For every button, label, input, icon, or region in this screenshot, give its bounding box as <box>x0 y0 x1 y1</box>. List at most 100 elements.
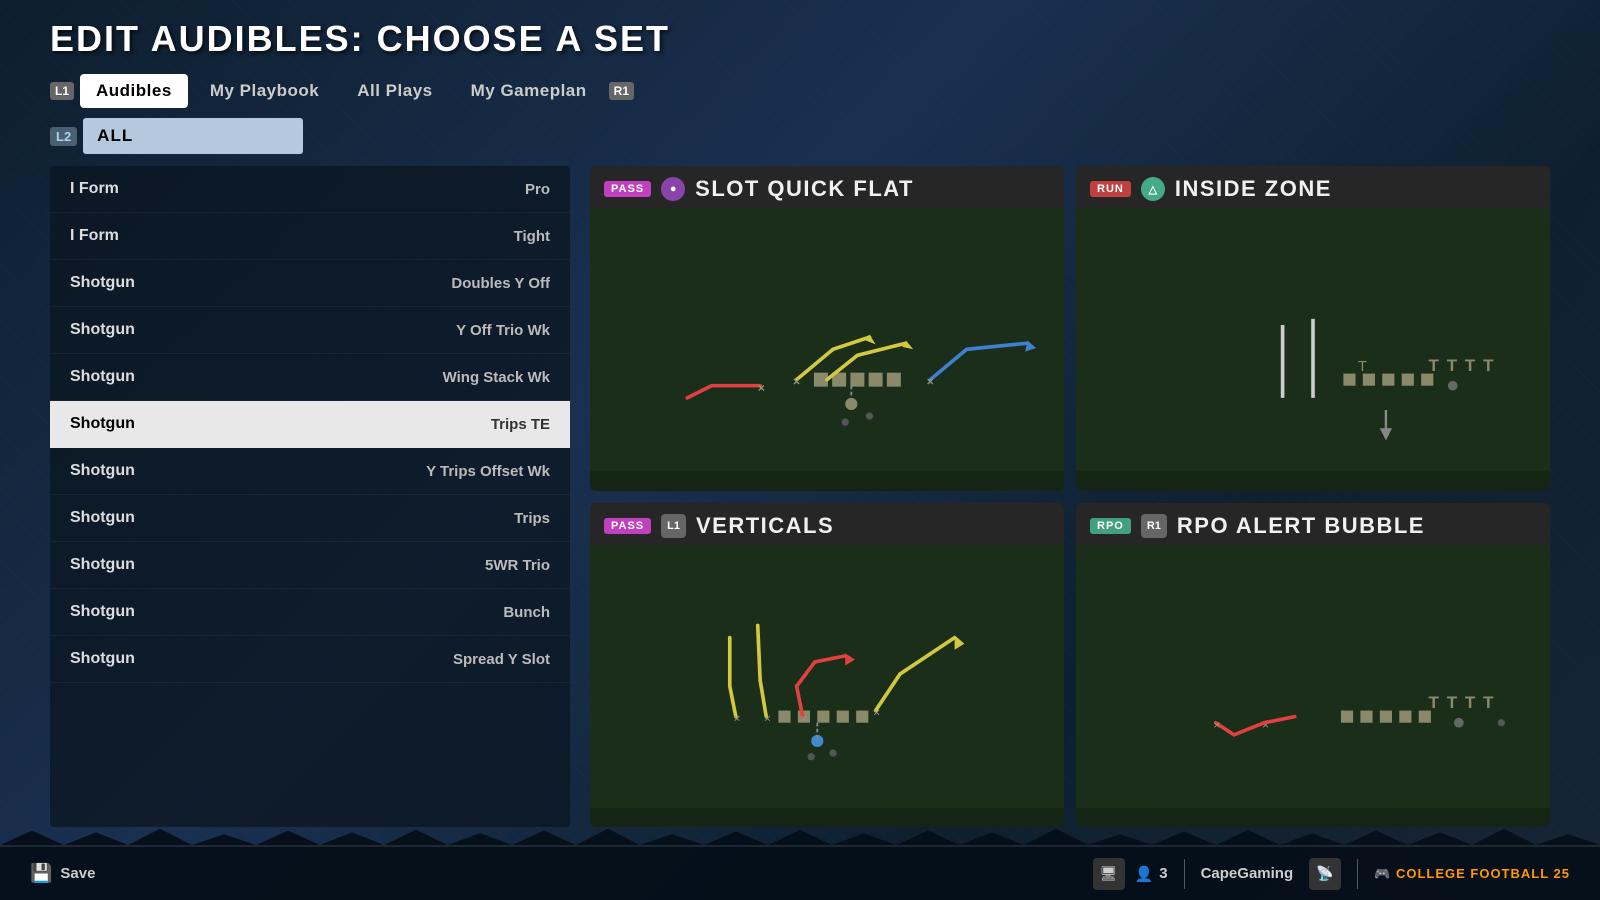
button-badge: R1 <box>1141 514 1167 538</box>
play-variant: Doubles Y Off <box>451 275 550 292</box>
play-type-badge: RUN <box>1090 181 1131 197</box>
main-area: I Form Pro I Form Tight Shotgun Doubles … <box>0 158 1600 827</box>
play-card-header: PASS ● SLOT QUICK FLAT <box>590 166 1064 208</box>
divider <box>1184 859 1185 889</box>
play-diagram: T T T T × × <box>1076 545 1550 828</box>
button-badge: ● <box>661 177 685 201</box>
bottom-icons: 🖥 👤 3 <box>1093 858 1168 890</box>
tab-all-plays[interactable]: All Plays <box>341 74 448 108</box>
svg-text:T: T <box>1447 356 1458 375</box>
list-item[interactable]: Shotgun Doubles Y Off <box>50 260 570 307</box>
count-value: 3 <box>1159 865 1167 882</box>
play-variant: 5WR Trio <box>485 557 550 574</box>
svg-text:T: T <box>1465 356 1476 375</box>
page-title: EDIT AUDIBLES: CHOOSE A SET <box>50 18 1550 60</box>
play-variant: Y Trips Offset Wk <box>426 463 550 480</box>
svg-text:T: T <box>1428 356 1439 375</box>
list-item[interactable]: Shotgun Trips <box>50 495 570 542</box>
play-card-header: RUN △ INSIDE ZONE <box>1076 166 1550 208</box>
play-variant: Y Off Trio Wk <box>456 322 550 339</box>
list-item[interactable]: I Form Tight <box>50 213 570 260</box>
formation-name: I Form <box>70 180 119 198</box>
tab-all-plays-label: All Plays <box>357 81 432 101</box>
tab-my-playbook[interactable]: My Playbook <box>194 74 335 108</box>
play-variant: Trips TE <box>491 416 550 433</box>
svg-text:T: T <box>1465 693 1476 712</box>
play-variant: Trips <box>514 510 550 527</box>
play-card-field: × × × <box>590 208 1064 491</box>
formation-name: Shotgun <box>70 321 135 339</box>
l2-badge: L2 <box>50 127 77 146</box>
play-type-badge: PASS <box>604 518 651 534</box>
formation-list: I Form Pro I Form Tight Shotgun Doubles … <box>50 166 570 827</box>
list-item[interactable]: Shotgun Bunch <box>50 589 570 636</box>
tab-my-gameplan[interactable]: My Gameplan <box>455 74 603 108</box>
list-item[interactable]: Shotgun 5WR Trio <box>50 542 570 589</box>
header: EDIT AUDIBLES: CHOOSE A SET <box>0 0 1600 68</box>
svg-text:×: × <box>800 711 807 725</box>
play-type-badge: PASS <box>604 181 651 197</box>
formation-scroll[interactable]: I Form Pro I Form Tight Shotgun Doubles … <box>50 166 570 827</box>
play-card-title: RPO ALERT BUBBLE <box>1177 513 1425 539</box>
svg-text:T: T <box>1428 693 1439 712</box>
list-item[interactable]: Shotgun Y Off Trio Wk <box>50 307 570 354</box>
list-item[interactable]: Shotgun Trips TE <box>50 401 570 448</box>
play-card-title: VERTICALS <box>696 513 834 539</box>
play-card-header: RPO R1 RPO ALERT BUBBLE <box>1076 503 1550 545</box>
tab-my-playbook-label: My Playbook <box>210 81 319 101</box>
save-icon: 💾 <box>30 863 52 884</box>
svg-text:T: T <box>1483 693 1494 712</box>
tab-audibles-label: Audibles <box>96 81 172 101</box>
game-logo: 🎮 COLLEGE FOOTBALL 25 <box>1374 866 1570 882</box>
tab-audibles[interactable]: Audibles <box>80 74 188 108</box>
play-diagram: × × × <box>590 208 1064 491</box>
play-diagram: × × × × <box>590 545 1064 828</box>
svg-text:T: T <box>1447 693 1458 712</box>
monitor-icon: 🖥 <box>1093 858 1125 890</box>
svg-text:×: × <box>758 381 765 395</box>
formation-name: Shotgun <box>70 650 135 668</box>
play-card-title: SLOT QUICK FLAT <box>695 176 914 202</box>
play-variant: Tight <box>514 228 550 245</box>
list-item[interactable]: Shotgun Y Trips Offset Wk <box>50 448 570 495</box>
bottom-left: 💾 Save <box>30 863 95 884</box>
play-card[interactable]: PASS L1 VERTICALS <box>590 503 1064 828</box>
formation-name: Shotgun <box>70 415 135 433</box>
list-item[interactable]: Shotgun Wing Stack Wk <box>50 354 570 401</box>
play-variant: Wing Stack Wk <box>443 369 550 386</box>
filter-row: L2 <box>0 114 1600 158</box>
bottom-bar: 💾 Save 🖥 👤 3 CapeGaming 📡 🎮 COLLEGE FOOT… <box>0 845 1600 900</box>
formation-name: I Form <box>70 227 119 245</box>
bottom-right: 🖥 👤 3 CapeGaming 📡 🎮 COLLEGE FOOTBALL 25 <box>1093 858 1570 890</box>
username: CapeGaming <box>1201 865 1294 882</box>
svg-text:×: × <box>793 375 800 389</box>
svg-text:×: × <box>1213 717 1220 731</box>
button-badge: △ <box>1141 177 1165 201</box>
play-card[interactable]: RUN △ INSIDE ZONE T T <box>1076 166 1550 491</box>
save-label[interactable]: Save <box>60 865 95 882</box>
list-item[interactable]: I Form Pro <box>50 166 570 213</box>
play-card-field: × × × × <box>590 545 1064 828</box>
play-card-header: PASS L1 VERTICALS <box>590 503 1064 545</box>
play-card[interactable]: RPO R1 RPO ALERT BUBBLE T T T T <box>1076 503 1550 828</box>
game-title: COLLEGE FOOTBALL 25 <box>1396 866 1570 881</box>
network-icon: 📡 <box>1309 858 1341 890</box>
formation-name: Shotgun <box>70 462 135 480</box>
play-diagram: T T T T T <box>1076 208 1550 491</box>
svg-text:×: × <box>733 711 740 725</box>
tab-my-gameplan-label: My Gameplan <box>471 81 587 101</box>
svg-text:×: × <box>927 375 934 389</box>
player-count: 👤 3 <box>1135 865 1168 883</box>
plays-grid: PASS ● SLOT QUICK FLAT <box>590 166 1550 827</box>
formation-name: Shotgun <box>70 603 135 621</box>
list-item[interactable]: Shotgun Spread Y Slot <box>50 636 570 683</box>
play-card-title: INSIDE ZONE <box>1175 176 1332 202</box>
play-variant: Bunch <box>503 604 550 621</box>
play-card[interactable]: PASS ● SLOT QUICK FLAT <box>590 166 1064 491</box>
tabs-row: L1 Audibles My Playbook All Plays My Gam… <box>0 68 1600 114</box>
play-variant: Spread Y Slot <box>453 651 550 668</box>
play-card-field: T T T T T <box>1076 208 1550 491</box>
filter-input[interactable] <box>83 118 303 154</box>
play-type-badge: RPO <box>1090 518 1131 534</box>
formation-name: Shotgun <box>70 274 135 292</box>
